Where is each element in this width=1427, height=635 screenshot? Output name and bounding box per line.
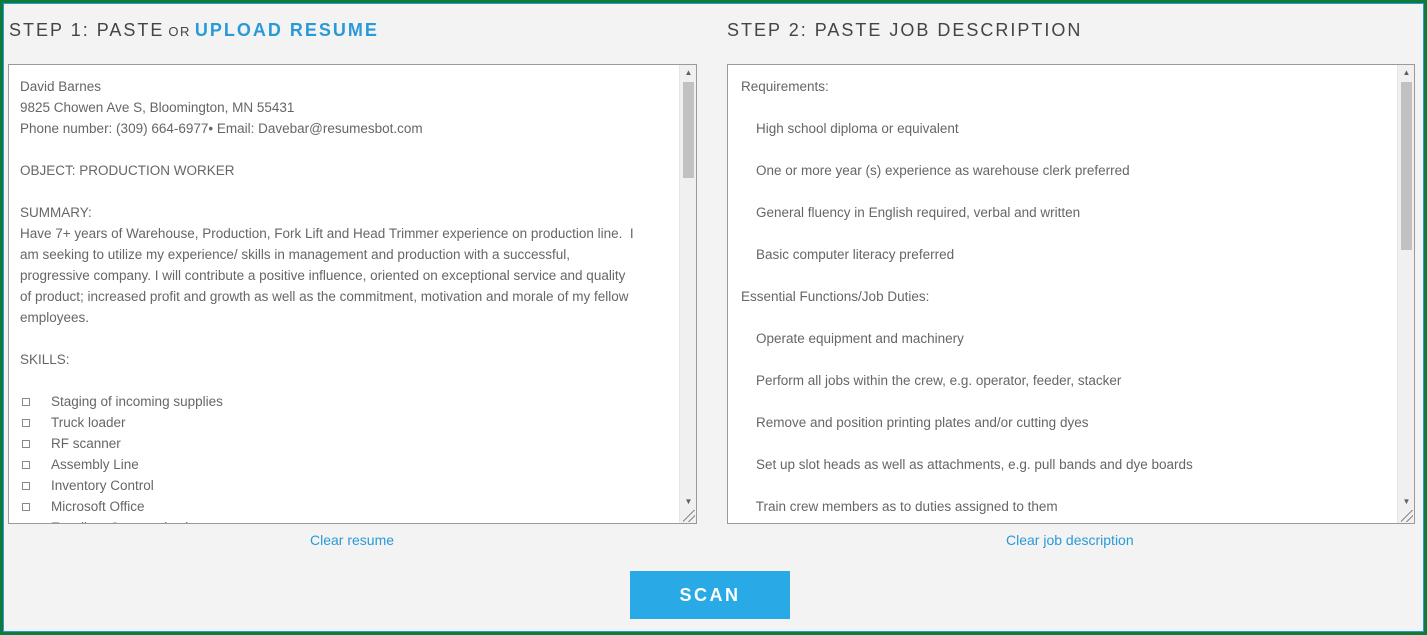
resume-line — [20, 328, 678, 349]
resume-scanner-panel: STEP 1: PASTE OR UPLOAD RESUME STEP 2: PAS… — [3, 3, 1424, 632]
resume-line — [20, 139, 678, 160]
step2-title: STEP 2: PASTE JOB DESCRIPTION — [727, 20, 1083, 40]
job-line: Operate equipment and machinery — [741, 331, 964, 346]
resume-textarea[interactable]: David Barnes 9825 Chowen Ave S, Bloomingt… — [8, 64, 697, 524]
job-line: General fluency in English required, ver… — [741, 205, 1081, 220]
arrow-up-icon[interactable]: ▲ — [680, 65, 696, 80]
resume-text: David Barnes 9825 Chowen Ave S, Bloomingt… — [9, 65, 678, 523]
job-line — [741, 349, 1396, 370]
checkbox-bullet-icon — [22, 440, 30, 448]
arrow-down-icon[interactable]: ▼ — [1398, 494, 1414, 509]
job-line: Set up slot heads as well as attachments… — [741, 457, 1193, 472]
resume-line: employees. — [20, 310, 90, 325]
job-line: Train crew members as to duties assigned… — [741, 499, 1058, 514]
skill-label: Staging of incoming supplies — [51, 394, 223, 409]
resume-line: of product; increased profit and growth … — [20, 289, 629, 304]
resume-line: SUMMARY: — [20, 205, 92, 220]
resume-scroll-thumb[interactable] — [683, 82, 694, 178]
checkbox-bullet-icon — [22, 482, 30, 490]
job-line — [741, 307, 1396, 328]
resume-line: OBJECT: PRODUCTION WORKER — [20, 163, 235, 178]
skill-item: Inventory Control — [20, 475, 678, 496]
arrow-up-icon[interactable]: ▲ — [1398, 65, 1414, 80]
job-line — [741, 265, 1396, 286]
skill-item: Assembly Line — [20, 454, 678, 475]
resize-grip-icon[interactable] — [683, 510, 695, 522]
checkbox-bullet-icon — [22, 398, 30, 406]
skill-item: Staging of incoming supplies — [20, 391, 678, 412]
upload-resume-link[interactable]: UPLOAD RESUME — [195, 20, 379, 40]
job-line: One or more year (s) experience as wareh… — [741, 163, 1130, 178]
checkbox-bullet-icon — [22, 461, 30, 469]
job-line — [741, 391, 1396, 412]
skill-item: RF scanner — [20, 433, 678, 454]
job-line — [741, 475, 1396, 496]
resume-line: Have 7+ years of Warehouse, Production, … — [20, 226, 634, 241]
skill-item: Truck loader — [20, 412, 678, 433]
job-line — [741, 433, 1396, 454]
skill-label: Excellent Communicati... — [51, 517, 200, 523]
job-line: Requirements: — [741, 79, 829, 94]
resume-line — [20, 181, 678, 202]
job-line: Essential Functions/Job Duties: — [741, 289, 930, 304]
checkbox-bullet-icon — [22, 503, 30, 511]
job-scrollbar[interactable]: ▲ ▼ — [1397, 65, 1414, 523]
skill-item: Excellent Communicati... — [20, 517, 678, 523]
skill-label: Assembly Line — [51, 457, 139, 472]
job-line: Basic computer literacy preferred — [741, 247, 955, 262]
job-line — [741, 97, 1396, 118]
resume-line: am seeking to utilize my experience/ ski… — [20, 247, 571, 262]
resume-line: progressive company. I will contribute a… — [20, 268, 626, 283]
job-line: Remove and position printing plates and/… — [741, 415, 1089, 430]
scan-button[interactable]: SCAN — [630, 571, 790, 619]
skill-label: Inventory Control — [51, 478, 154, 493]
arrow-down-icon[interactable]: ▼ — [680, 494, 696, 509]
resume-scrollbar[interactable]: ▲ ▼ — [679, 65, 696, 523]
resume-line — [20, 370, 678, 391]
job-description-textarea[interactable]: Requirements: High school diploma or equ… — [727, 64, 1415, 524]
job-description-text: Requirements: High school diploma or equ… — [728, 65, 1396, 523]
skill-item: Microsoft Office — [20, 496, 678, 517]
clear-job-description-link[interactable]: Clear job description — [1006, 532, 1134, 548]
job-line — [741, 181, 1396, 202]
job-line — [741, 223, 1396, 244]
job-line — [741, 139, 1396, 160]
resize-grip-icon[interactable] — [1401, 510, 1413, 522]
resume-line: SKILLS: — [20, 352, 70, 367]
job-scroll-thumb[interactable] — [1401, 82, 1412, 250]
skill-label: RF scanner — [51, 436, 121, 451]
checkbox-bullet-icon — [22, 419, 30, 427]
skill-label: Microsoft Office — [51, 499, 145, 514]
job-line: High school diploma or equivalent — [741, 121, 959, 136]
step1-title-or: OR — [168, 24, 191, 39]
step1-title-prefix: STEP 1: PASTE — [9, 20, 165, 40]
job-line — [741, 517, 1396, 523]
step1-title: STEP 1: PASTE OR UPLOAD RESUME — [9, 20, 379, 41]
job-line: Perform all jobs within the crew, e.g. o… — [741, 373, 1122, 388]
resume-line: Phone number: (309) 664-6977• Email: Dav… — [20, 121, 423, 136]
resume-line: David Barnes — [20, 79, 102, 94]
skill-label: Truck loader — [51, 415, 126, 430]
resume-line: 9825 Chowen Ave S, Bloomington, MN 55431 — [20, 100, 295, 115]
clear-resume-link[interactable]: Clear resume — [310, 532, 394, 548]
